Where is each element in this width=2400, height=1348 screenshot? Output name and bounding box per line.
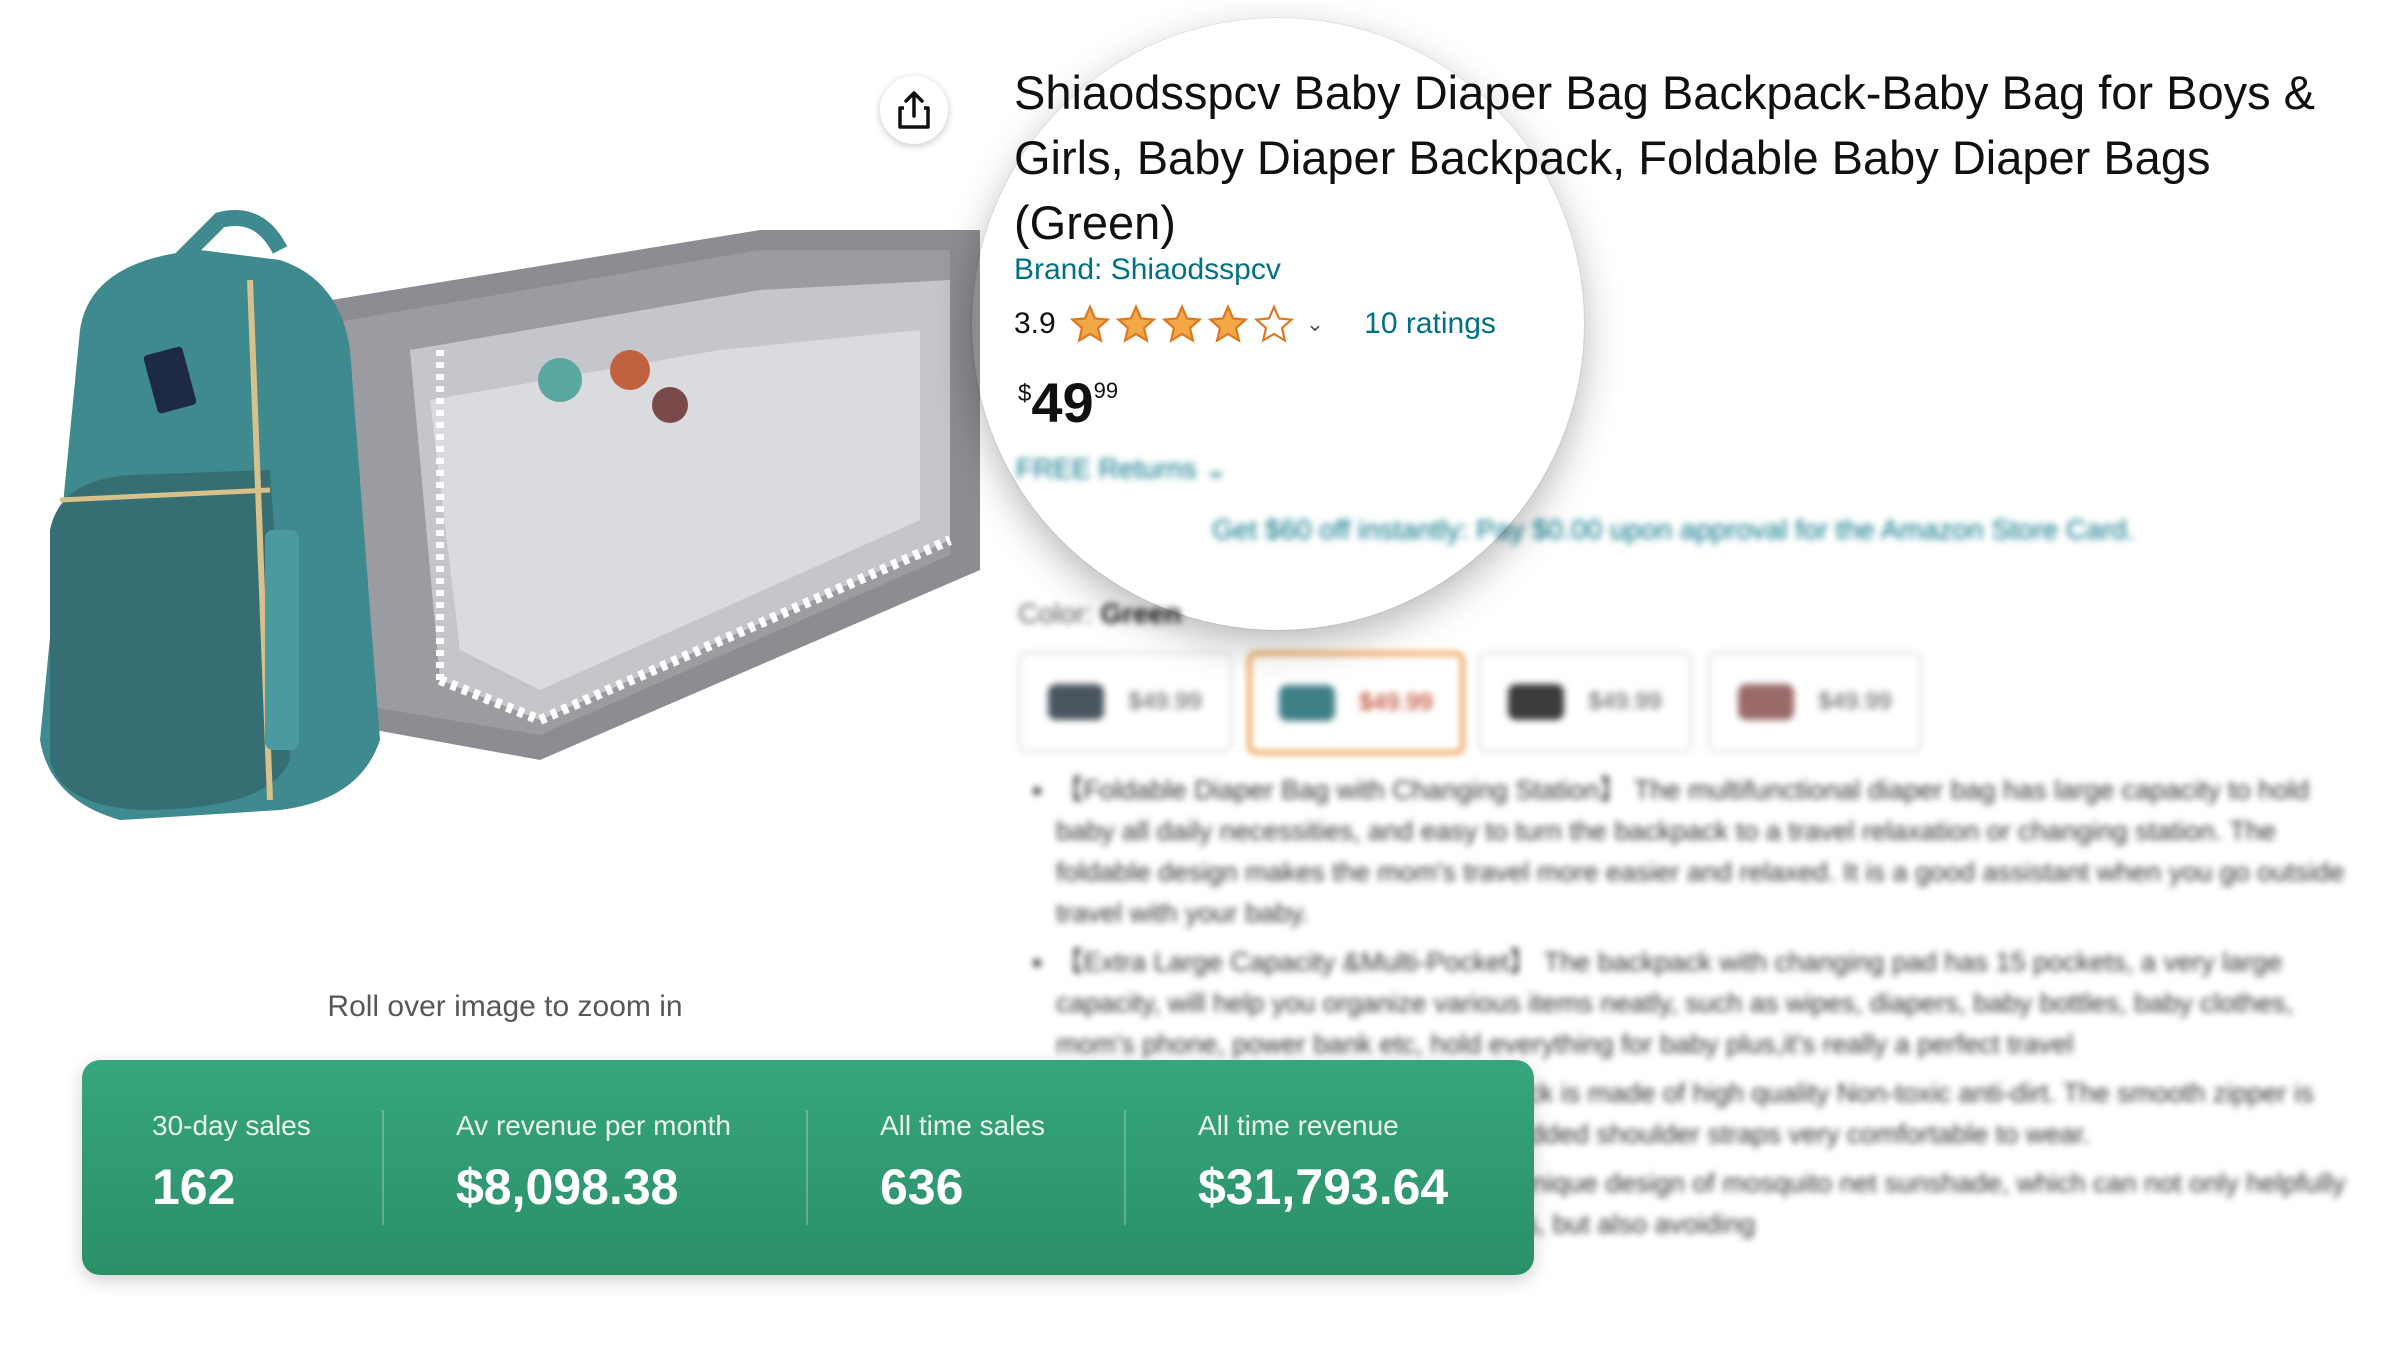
rating-row: 3.9 ⌄ 10 ratings <box>1014 302 1496 346</box>
price-symbol: $ <box>1018 380 1032 407</box>
color-swatch[interactable]: $49.99 <box>1478 652 1692 752</box>
stat-av-revenue-per-month: Av revenue per month $8,098.38 <box>456 1060 806 1275</box>
swatch-thumbnail <box>1738 684 1795 720</box>
swatch-price: $49.99 <box>1128 688 1202 715</box>
divider <box>806 1110 808 1225</box>
stat-value: 636 <box>880 1159 964 1215</box>
feature-bullet: 【Foldable Diaper Bag with Changing Stati… <box>1056 770 2358 934</box>
stat-label: Av revenue per month <box>456 1110 731 1141</box>
color-swatch[interactable]: $49.99 <box>1708 652 1922 752</box>
star-icon <box>1207 304 1248 343</box>
share-button[interactable] <box>880 76 948 144</box>
product-title: Shiaodsspcv Baby Diaper Bag Backpack-Bab… <box>1014 66 2316 249</box>
stat-value: 162 <box>152 1159 236 1215</box>
star-icon <box>1069 304 1110 343</box>
divider <box>382 1110 384 1225</box>
brand-link[interactable]: Brand: Shiaodsspcv <box>1014 253 1281 287</box>
color-selector-label: Color: Green <box>1018 598 1181 630</box>
ratings-count-link[interactable]: 10 ratings <box>1364 307 1496 341</box>
chevron-down-icon[interactable]: ⌄ <box>1306 311 1324 337</box>
sales-stats-panel: 30-day sales 162 Av revenue per month $8… <box>82 1060 1534 1275</box>
star-icon <box>1161 304 1202 343</box>
swatch-price: $49.99 <box>1359 689 1433 716</box>
swatch-thumbnail <box>1508 684 1565 720</box>
stat-label: All time sales <box>880 1110 1045 1141</box>
stat-value: $8,098.38 <box>456 1159 679 1215</box>
rating-value: 3.9 <box>1014 307 1056 340</box>
star-icon <box>1253 304 1294 343</box>
stat-all-time-revenue: All time revenue $31,793.64 <box>1198 1060 1498 1275</box>
swatch-price: $49.99 <box>1588 688 1662 715</box>
stat-all-time-sales: All time sales 636 <box>880 1060 1124 1275</box>
color-label: Color: <box>1018 598 1093 629</box>
zoom-hint: Roll over image to zoom in <box>327 990 683 1023</box>
share-icon <box>898 91 930 129</box>
color-value: Green <box>1100 598 1182 629</box>
feature-bullet: 【Extra Large Capacity &Multi-Pocket】 The… <box>1056 942 2358 1065</box>
price: $ 49 99 <box>1018 370 1118 435</box>
swatch-thumbnail <box>1279 685 1336 721</box>
star-icon <box>1115 304 1156 343</box>
store-card-offer[interactable]: Get $60 off instantly: Pay $0.00 upon ap… <box>1212 514 2135 546</box>
product-image[interactable] <box>20 200 980 840</box>
price-whole: 49 <box>1031 371 1094 434</box>
star-rating[interactable] <box>1069 304 1300 344</box>
color-swatch[interactable]: $49.99 <box>1018 652 1232 752</box>
swatch-price: $49.99 <box>1818 688 1892 715</box>
price-fraction: 99 <box>1093 378 1119 403</box>
divider <box>1124 1110 1126 1225</box>
stat-value: $31,793.64 <box>1198 1159 1449 1215</box>
swatch-thumbnail <box>1048 684 1105 720</box>
free-returns-link[interactable]: FREE Returns ⌄ <box>1016 452 1228 485</box>
color-swatch-selected[interactable]: $49.99 <box>1248 652 1464 754</box>
stat-label: All time revenue <box>1198 1110 1399 1141</box>
stat-30-day-sales: 30-day sales 162 <box>152 1060 382 1275</box>
stat-label: 30-day sales <box>152 1110 311 1141</box>
